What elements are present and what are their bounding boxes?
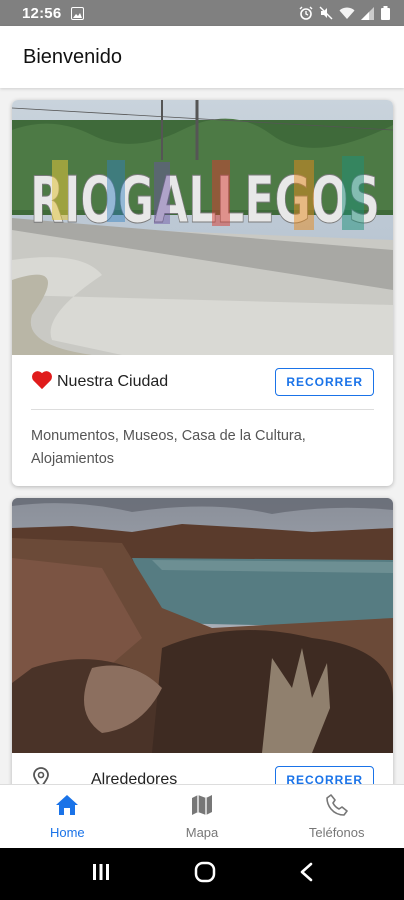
card-description: Monumentos, Museos, Casa de la Cultura, … bbox=[31, 428, 306, 467]
card-list[interactable]: RIOGALLEGOS Nuestra Ciudad RECORRER Monu… bbox=[0, 88, 404, 784]
app-bar: Bienvenido bbox=[0, 26, 404, 88]
location-pin-icon bbox=[31, 766, 51, 784]
heart-icon bbox=[31, 370, 53, 395]
recorrer-button[interactable]: RECORRER bbox=[275, 766, 374, 784]
alarm-icon bbox=[299, 6, 313, 20]
image-notification-icon bbox=[71, 6, 85, 20]
wifi-icon bbox=[339, 7, 355, 20]
nav-item-home[interactable]: Home bbox=[0, 785, 135, 848]
status-bar: 12:56 bbox=[0, 0, 404, 26]
system-nav-bar bbox=[0, 848, 404, 900]
phone-icon bbox=[325, 793, 348, 821]
card-title: Nuestra Ciudad bbox=[57, 373, 169, 390]
bottom-nav: Home Mapa Teléfonos bbox=[0, 784, 404, 848]
nav-label: Home bbox=[49, 824, 85, 840]
mute-icon bbox=[319, 6, 333, 20]
map-icon bbox=[191, 794, 213, 821]
home-circle-icon[interactable] bbox=[194, 861, 216, 888]
signal-icon bbox=[361, 6, 375, 20]
rio-gallegos-sign-photo: RIOGALLEGOS bbox=[12, 100, 393, 355]
back-icon[interactable] bbox=[299, 862, 313, 887]
recents-icon[interactable] bbox=[91, 863, 111, 886]
battery-icon bbox=[381, 6, 390, 20]
nav-item-mapa[interactable]: Mapa bbox=[135, 785, 270, 848]
nav-label: Mapa bbox=[185, 824, 219, 840]
card-header: Nuestra Ciudad RECORRER bbox=[12, 355, 393, 409]
card-title: Alrededores bbox=[91, 771, 178, 784]
svg-text:RIOGALLEGOS: RIOGALLEGOS bbox=[30, 164, 380, 238]
card-alrededores[interactable]: Alrededores RECORRER bbox=[12, 498, 393, 784]
home-icon bbox=[55, 794, 79, 821]
card-nuestra-ciudad[interactable]: RIOGALLEGOS Nuestra Ciudad RECORRER Monu… bbox=[12, 100, 393, 486]
page-title: Bienvenido bbox=[23, 45, 122, 68]
nav-item-telefonos[interactable]: Teléfonos bbox=[269, 785, 404, 848]
recorrer-button[interactable]: RECORRER bbox=[275, 368, 374, 396]
nav-label: Teléfonos bbox=[308, 824, 365, 840]
status-time: 12:56 bbox=[22, 4, 62, 22]
card-header: Alrededores RECORRER bbox=[12, 753, 393, 784]
lagoon-landscape-photo bbox=[12, 498, 393, 753]
